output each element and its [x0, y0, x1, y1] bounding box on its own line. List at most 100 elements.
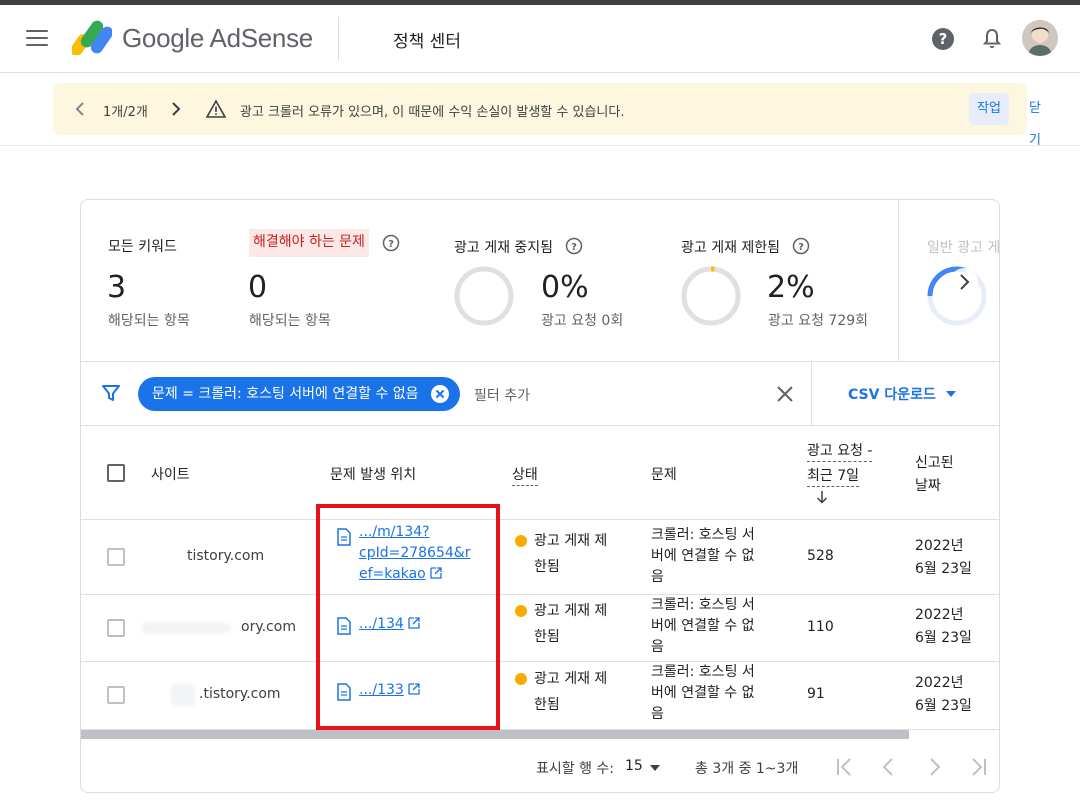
sort-arrow-down-icon[interactable]	[816, 490, 828, 504]
stat-all-keywords-value: 3	[107, 270, 127, 305]
row-date: 2022년 6월 23일	[915, 672, 972, 718]
banner-message: 광고 크롤러 오류가 있으며, 이 때문에 수익 손실이 발생할 수 있습니다.	[240, 105, 625, 120]
last-page-icon[interactable]	[967, 756, 989, 778]
svg-text:?: ?	[939, 30, 948, 48]
status-line: 광고 게재 제	[534, 671, 608, 687]
issue-line: 음	[651, 639, 664, 655]
rows-per-page-label: 표시할 행 수:	[536, 761, 615, 777]
row-requests: 528	[807, 548, 834, 564]
column-reported-line2[interactable]: 날짜	[915, 475, 941, 495]
avatar[interactable]	[1022, 20, 1058, 56]
header-divider	[338, 17, 339, 61]
banner-pager: 1개/2개	[103, 105, 148, 120]
row-site: .tistory.com	[199, 686, 281, 702]
filter-funnel-icon[interactable]	[101, 383, 121, 403]
date-line: 6월 23일	[915, 561, 972, 577]
rows-per-page-select[interactable]: 15	[625, 758, 643, 774]
row-status: 광고 게재 제 한됨	[534, 598, 607, 650]
previous-page-icon[interactable]	[878, 756, 900, 778]
column-reported-line1[interactable]: 신고된	[915, 452, 954, 472]
row-date: 2022년 6월 23일	[915, 604, 972, 650]
status-dot	[515, 673, 527, 685]
stat-all-keywords-title[interactable]: 모든 키워드	[108, 236, 177, 256]
chevron-left-icon[interactable]	[73, 100, 89, 118]
stat-suspended-sub: 광고 요청 0회	[541, 313, 624, 329]
add-filter-input[interactable]: 필터 추가	[474, 385, 530, 405]
banner-close-button[interactable]: 닫기	[1021, 93, 1049, 148]
first-page-icon[interactable]	[834, 756, 856, 778]
horizontal-scrollbar[interactable]	[81, 730, 909, 739]
stat-limited-value: 2%	[767, 270, 815, 305]
row-issue: 크롤러: 호스팅 서 버에 연결할 수 없 음	[651, 595, 755, 658]
row-status: 광고 게재 제 한됨	[534, 528, 607, 580]
stat-limited-title[interactable]: 광고 게재 제한됨	[681, 237, 780, 257]
row-checkbox[interactable]	[107, 548, 125, 566]
issue-line: 음	[651, 569, 664, 585]
stat-must-fix-title[interactable]: 해결해야 하는 문제	[249, 229, 369, 257]
table-row[interactable]: ory.com .../134 광고 게재 제 한됨 크롤러: 호스팅 서 버에…	[81, 595, 999, 662]
row-requests: 110	[807, 619, 834, 635]
issue-line: 크롤러: 호스팅 서	[651, 527, 755, 543]
select-all-checkbox[interactable]	[107, 464, 125, 482]
banner-action-button[interactable]: 작업	[969, 93, 1009, 125]
page-divider	[0, 145, 1080, 146]
chevron-right-icon[interactable]	[167, 100, 183, 118]
issue-line: 크롤러: 호스팅 서	[651, 597, 755, 613]
menu-icon[interactable]	[26, 30, 48, 46]
warning-icon	[206, 99, 226, 118]
caret-down-icon[interactable]	[945, 390, 957, 398]
caret-down-icon[interactable]	[649, 764, 661, 772]
brand-name[interactable]: Google AdSense	[122, 23, 313, 54]
stat-general-title[interactable]: 일반 광고 게	[927, 237, 999, 257]
table-row[interactable]: .tistory.com .../133 광고 게재 제 한됨 크롤러: 호스팅…	[81, 662, 999, 730]
limited-gauge	[681, 266, 741, 326]
row-checkbox[interactable]	[107, 686, 125, 704]
filter-chip-label: 문제 = 크롤러: 호스팅 서버에 연결할 수 없음	[152, 386, 419, 402]
remove-filter-icon[interactable]	[431, 385, 449, 403]
notification-bell-icon[interactable]	[980, 27, 1004, 51]
help-circle-icon[interactable]: ?	[382, 234, 400, 252]
avatar-image-icon	[1022, 20, 1058, 56]
column-site[interactable]: 사이트	[151, 464, 190, 484]
column-requests-line2[interactable]: 최근 7일	[807, 465, 859, 487]
table-row[interactable]: tistory.com .../m/134? cpId=278654&r ef=…	[81, 520, 999, 595]
help-icon[interactable]: ?	[931, 27, 955, 51]
date-line: 2022년	[915, 607, 964, 623]
help-circle-icon[interactable]: ?	[792, 237, 810, 255]
highlight-annotation-box	[316, 504, 500, 730]
issue-line: 버에 연결할 수 없	[651, 685, 755, 701]
csv-download-button[interactable]: CSV 다운로드	[848, 384, 936, 404]
svg-text:?: ?	[388, 239, 394, 250]
column-requests-line1[interactable]: 광고 요청 -	[807, 440, 873, 462]
column-status[interactable]: 상태	[512, 464, 538, 486]
status-line: 한됨	[534, 697, 560, 713]
stats-divider	[898, 200, 899, 362]
date-line: 6월 23일	[915, 630, 972, 646]
chevron-right-icon[interactable]	[950, 268, 978, 296]
column-location[interactable]: 문제 발생 위치	[330, 464, 416, 484]
row-checkbox[interactable]	[107, 619, 125, 637]
help-circle-icon[interactable]: ?	[565, 237, 583, 255]
stat-suspended-value: 0%	[541, 270, 589, 305]
column-issue[interactable]: 문제	[651, 464, 677, 484]
clear-filters-icon[interactable]	[775, 384, 795, 404]
filter-bar: 문제 = 크롤러: 호스팅 서버에 연결할 수 없음 필터 추가 CSV 다운로…	[81, 362, 999, 426]
status-line: 광고 게재 제	[534, 533, 608, 549]
date-line: 2022년	[915, 538, 964, 554]
status-line: 광고 게재 제	[534, 603, 608, 619]
status-line: 한됨	[534, 629, 560, 645]
status-dot	[515, 605, 527, 617]
issue-line: 버에 연결할 수 없	[651, 548, 755, 564]
row-site: tistory.com	[187, 548, 265, 564]
issues-card: 모든 키워드 3 해당되는 항목 해결해야 하는 문제 ? 0 해당되는 항목 …	[80, 199, 1000, 793]
page-title: 정책 센터	[393, 32, 461, 52]
row-status: 광고 게재 제 한됨	[534, 666, 607, 718]
redacted-site-prefix	[141, 623, 231, 633]
next-page-icon[interactable]	[923, 756, 945, 778]
stat-suspended-title[interactable]: 광고 게재 중지됨	[454, 237, 553, 257]
issue-line: 크롤러: 호스팅 서	[651, 664, 755, 680]
active-filter-chip[interactable]: 문제 = 크롤러: 호스팅 서버에 연결할 수 없음	[138, 377, 460, 411]
date-line: 6월 23일	[915, 698, 972, 714]
row-issue: 크롤러: 호스팅 서 버에 연결할 수 없 음	[651, 662, 755, 725]
row-site: ory.com	[241, 619, 296, 635]
